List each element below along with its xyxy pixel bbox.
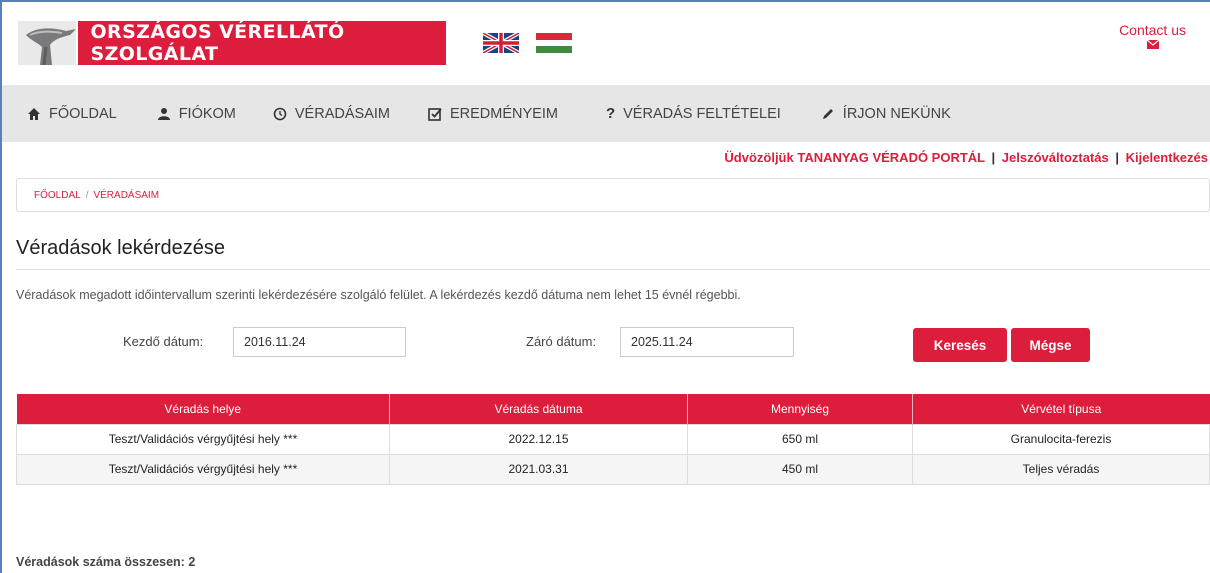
cell-place: Teszt/Validációs vérgyűjtési hely ***	[16, 453, 390, 485]
cancel-button[interactable]: Mégse	[1011, 328, 1090, 362]
table-header-row: Véradás helye Véradás dátuma Mennyiség V…	[16, 394, 1210, 424]
cell-amount: 650 ml	[687, 423, 913, 455]
user-icon	[157, 107, 170, 120]
cell-type: Granulocita-ferezis	[912, 423, 1210, 455]
separator: |	[1115, 150, 1119, 165]
welcome-bar: Üdvözöljük TANANYAG VÉRADÓ PORTÁL | Jels…	[724, 150, 1208, 165]
checkbox-icon	[428, 107, 442, 121]
column-header-amount[interactable]: Mennyiség	[687, 394, 913, 424]
start-date-input[interactable]	[233, 327, 406, 357]
nav-label-conditions: VÉRADÁS FELTÉTELEI	[623, 105, 781, 122]
nav-item-home[interactable]: FŐOLDAL	[27, 85, 117, 142]
home-icon	[28, 107, 40, 120]
nav-label-home: FŐOLDAL	[49, 105, 117, 122]
nav-item-donations[interactable]: VÉRADÁSAIM	[273, 85, 390, 142]
table-row: Teszt/Validációs vérgyűjtési hely *** 20…	[16, 423, 1210, 455]
main-navigation: FŐOLDAL FIÓKOM VÉRADÁSAIM EREDMÉNYEIM ? …	[2, 85, 1210, 142]
question-icon: ?	[605, 105, 616, 122]
contact-us-label: Contact us	[1119, 22, 1186, 38]
logo-text: ORSZÁGOS VÉRELLÁTÓ SZOLGÁLAT	[90, 21, 345, 65]
end-date-label: Záró dátum:	[526, 334, 597, 349]
column-header-place[interactable]: Véradás helye	[16, 394, 390, 424]
nav-item-write-us[interactable]: ÍRJON NEKÜNK	[821, 85, 951, 142]
header: ORSZÁGOS VÉRELLÁTÓ SZOLGÁLAT Contact us	[2, 2, 1210, 85]
donations-table: Véradás helye Véradás dátuma Mennyiség V…	[16, 394, 1210, 485]
table-row: Teszt/Validációs vérgyűjtési hely *** 20…	[16, 453, 1210, 485]
site-logo[interactable]: ORSZÁGOS VÉRELLÁTÓ SZOLGÁLAT	[18, 21, 446, 65]
nav-item-conditions[interactable]: ? VÉRADÁS FELTÉTELEI	[606, 85, 781, 142]
page-description: Véradások megadott időintervallum szerin…	[16, 288, 741, 302]
cell-place: Teszt/Validációs vérgyűjtési hely ***	[16, 423, 390, 455]
cell-date: 2022.12.15	[389, 423, 688, 455]
breadcrumb: FŐOLDAL / VÉRADÁSAIM	[16, 178, 1210, 212]
divider	[16, 269, 1210, 270]
english-flag-icon[interactable]	[483, 33, 519, 53]
pencil-icon	[822, 108, 833, 119]
nav-label-results: EREDMÉNYEIM	[449, 105, 558, 122]
breadcrumb-home[interactable]: FŐOLDAL	[34, 190, 81, 201]
end-date-input[interactable]	[620, 327, 794, 357]
separator: |	[991, 150, 996, 165]
page-title: Véradások lekérdezése	[16, 237, 226, 259]
contact-us-link[interactable]: Contact us	[1119, 22, 1186, 49]
cell-amount: 450 ml	[687, 453, 913, 485]
welcome-greeting: Üdvözöljük TANANYAG VÉRADÓ PORTÁL	[724, 150, 985, 165]
nav-label-donations: VÉRADÁSAIM	[294, 105, 390, 122]
start-date-label: Kezdő dátum:	[123, 334, 204, 349]
hungarian-flag-icon[interactable]	[536, 33, 572, 53]
breadcrumb-separator: /	[85, 189, 89, 201]
column-header-type[interactable]: Vérvétel típusa	[912, 394, 1210, 424]
total-count: Véradások száma összesen: 2	[16, 555, 196, 569]
pelican-logo-icon	[18, 21, 79, 65]
nav-item-account[interactable]: FIÓKOM	[157, 85, 236, 142]
cell-type: Teljes véradás	[912, 453, 1210, 485]
nav-label-account: FIÓKOM	[178, 105, 236, 122]
change-password-link[interactable]: Jelszóváltoztatás	[1002, 150, 1109, 165]
envelope-icon	[1146, 40, 1159, 49]
nav-label-write-us: ÍRJON NEKÜNK	[842, 105, 951, 122]
column-header-date[interactable]: Véradás dátuma	[389, 394, 688, 424]
breadcrumb-current: VÉRADÁSAIM	[93, 189, 160, 201]
search-button[interactable]: Keresés	[913, 328, 1007, 362]
nav-item-results[interactable]: EREDMÉNYEIM	[428, 85, 558, 142]
logout-link[interactable]: Kijelentkezés	[1126, 150, 1208, 165]
clock-icon	[273, 107, 287, 120]
cell-date: 2021.03.31	[389, 453, 688, 485]
